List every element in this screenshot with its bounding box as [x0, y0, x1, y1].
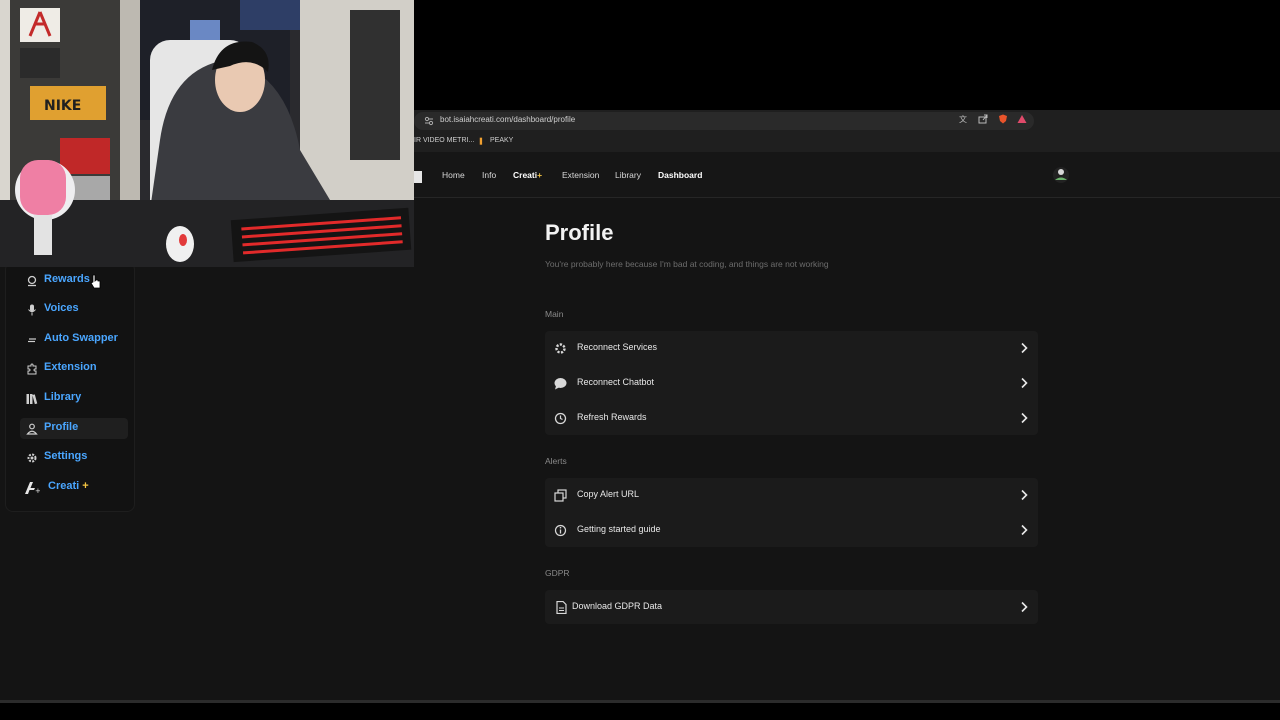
chevron-right-icon — [1021, 342, 1028, 354]
bookmark-icon: ❚ — [478, 138, 484, 145]
row-label: Getting started guide — [577, 524, 661, 534]
site-settings-icon[interactable] — [424, 116, 434, 126]
browser-chrome: bot.isaiahcreati.com/dashboard/profile 文… — [414, 110, 1280, 152]
info-icon — [554, 524, 567, 537]
chat-bubble-icon — [554, 378, 567, 390]
svg-text:NIKE: NIKE — [44, 98, 81, 114]
gdpr-card: Download GDPR Data — [545, 590, 1038, 624]
rewards-icon — [27, 275, 37, 287]
nav-dashboard[interactable]: Dashboard — [658, 170, 702, 180]
microphone-icon — [28, 304, 36, 316]
copy-icon — [554, 489, 567, 502]
rewards-triangle-icon[interactable] — [1017, 114, 1027, 124]
sidebar-item-profile[interactable]: Profile — [20, 418, 128, 439]
row-label: Reconnect Chatbot — [577, 377, 655, 387]
sidebar-item-label: Creati + — [48, 480, 89, 492]
row-label: Download GDPR Data — [572, 601, 663, 611]
bookmarks-bar: IR VIDEO METRI... ❚ PEAKY — [414, 134, 1280, 150]
hand-cursor-icon — [90, 274, 101, 289]
chevron-right-icon — [1021, 377, 1028, 389]
sidebar-creati-text: Creati — [48, 480, 80, 492]
swap-icon — [28, 338, 36, 343]
alerts-card: Copy Alert URL Getting started guide — [545, 478, 1038, 547]
section-label-alerts: Alerts — [545, 456, 567, 466]
creati-logo-icon: + — [25, 482, 40, 495]
row-label: Copy Alert URL — [577, 489, 640, 499]
translate-icon[interactable]: 文 — [959, 114, 969, 124]
nav-extension[interactable]: Extension — [562, 170, 599, 180]
gear-icon — [555, 343, 566, 354]
reconnect-chatbot-row[interactable]: Reconnect Chatbot — [545, 366, 1038, 400]
row-label: Reconnect Services — [577, 342, 658, 352]
sidebar-item-label: Auto Swapper — [44, 332, 118, 344]
bookmark-item[interactable]: IR VIDEO METRI... — [414, 137, 474, 144]
nav-creati-label: Creati — [513, 170, 538, 180]
sidebar-item-label: Library — [44, 391, 82, 403]
plus-badge: + — [82, 480, 89, 492]
copy-alert-url-row[interactable]: Copy Alert URL — [545, 478, 1038, 512]
section-label-main: Main — [545, 309, 564, 319]
brave-shield-icon[interactable] — [998, 114, 1008, 124]
nav-home[interactable]: Home — [442, 170, 465, 180]
webcam-overlay: NIKE — [0, 0, 414, 267]
gear-icon — [27, 453, 37, 463]
sidebar-item-auto-swapper[interactable]: Auto Swapper — [20, 329, 128, 350]
plus-badge: + — [537, 170, 543, 180]
nav-library[interactable]: Library — [615, 170, 641, 180]
download-gdpr-row[interactable]: Download GDPR Data — [545, 590, 1038, 624]
library-icon — [26, 394, 38, 405]
share-icon[interactable] — [978, 114, 988, 124]
sidebar-item-rewards[interactable]: Rewards — [20, 270, 128, 291]
nav-info[interactable]: Info — [482, 170, 496, 180]
avatar[interactable] — [1052, 166, 1070, 184]
site-logo[interactable] — [414, 171, 422, 183]
refresh-rewards-row[interactable]: Refresh Rewards — [545, 401, 1038, 435]
chevron-right-icon — [1021, 412, 1028, 424]
sidebar-item-label: Profile — [44, 421, 79, 433]
page-title: Profile — [545, 220, 614, 245]
user-icon — [26, 423, 38, 435]
row-label: Refresh Rewards — [577, 412, 647, 422]
sidebar-item-library[interactable]: Library — [20, 388, 128, 409]
refresh-clock-icon — [554, 412, 567, 425]
sidebar-item-label: Rewards — [44, 273, 90, 285]
sidebar-item-extension[interactable]: Extension — [20, 358, 128, 379]
sidebar-item-label: Extension — [44, 361, 97, 373]
page-subtitle: You're probably here because I'm bad at … — [545, 259, 829, 269]
document-icon — [556, 601, 567, 614]
sidebar-item-label: Settings — [44, 450, 88, 462]
svg-text:+: + — [35, 487, 40, 495]
nav-creati[interactable]: Creati+ — [513, 170, 542, 180]
address-bar[interactable]: bot.isaiahcreati.com/dashboard/profile — [414, 112, 1034, 130]
sidebar-item-label: Voices — [44, 302, 79, 314]
section-label-gdpr: GDPR — [545, 568, 570, 578]
chevron-right-icon — [1021, 601, 1028, 613]
sidebar-item-voices[interactable]: Voices — [20, 299, 128, 320]
screen: bot.isaiahcreati.com/dashboard/profile 文… — [0, 0, 1280, 720]
bottom-divider — [0, 700, 1280, 703]
chevron-right-icon — [1021, 524, 1028, 536]
reconnect-services-row[interactable]: Reconnect Services — [545, 331, 1038, 365]
chevron-right-icon — [1021, 489, 1028, 501]
dashboard-sidebar: Rewards Voices Auto Swapper Extension Li… — [5, 262, 135, 512]
bookmark-item[interactable]: PEAKY — [490, 137, 513, 144]
site-nav: Home Info Creati+ Extension Library Dash… — [414, 152, 1280, 198]
main-actions-card: Reconnect Services Reconnect Chatbot Ref… — [545, 331, 1038, 435]
sidebar-item-settings[interactable]: Settings — [20, 447, 128, 468]
svg-text:文: 文 — [959, 114, 967, 124]
url-text[interactable]: bot.isaiahcreati.com/dashboard/profile — [440, 115, 575, 124]
getting-started-row[interactable]: Getting started guide — [545, 513, 1038, 547]
sidebar-item-creati[interactable]: + Creati + — [20, 477, 128, 498]
puzzle-icon — [27, 363, 37, 375]
